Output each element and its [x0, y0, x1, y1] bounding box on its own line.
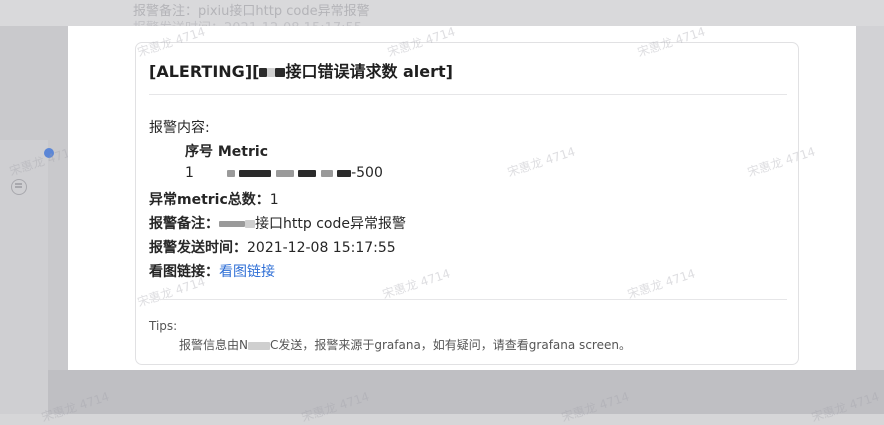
- redacted-block: [337, 169, 352, 177]
- content-label: 报警内容:: [149, 120, 210, 136]
- title-divider: [149, 94, 787, 95]
- tips-text: 报警信息由N C发送，报警来源于grafana，如有疑问，请查看grafana s…: [179, 336, 631, 353]
- metric-row-suffix: -500: [351, 165, 383, 181]
- total-value: 1: [269, 192, 279, 208]
- note-row: 报警备注： 接口http code异常报警: [149, 213, 406, 233]
- watermark: 宋惠龙 4714: [505, 144, 577, 180]
- message-panel: 宋惠龙 4714 宋惠龙 4714 宋惠龙 4714 宋惠龙 4714 宋惠龙 …: [68, 24, 856, 370]
- watermark: 宋惠龙 4714: [635, 24, 707, 60]
- total-row: 异常metric总数：1: [149, 189, 279, 209]
- tips-text-start: 报警信息由N: [179, 338, 248, 352]
- tips-text-end: C发送，报警来源于grafana，如有疑问，请查看grafana screen。: [269, 338, 631, 352]
- graph-row: 看图链接：看图链接: [149, 261, 275, 281]
- watermark: 宋惠龙 4714: [380, 266, 452, 302]
- time-value: 2021-12-08 15:17:55: [247, 240, 396, 256]
- tips-divider: [149, 299, 787, 300]
- redacted-block: [219, 221, 245, 227]
- redacted-block: [247, 341, 270, 350]
- total-label: 异常metric总数：: [149, 192, 270, 208]
- time-label: 报警发送时间：: [149, 240, 247, 256]
- alert-title: [ALERTING][ 接口错误请求数 alert]: [149, 58, 453, 82]
- unread-dot-icon: [44, 148, 54, 158]
- metric-row-index: 1: [185, 165, 194, 181]
- backdrop-bottom-area: [48, 370, 884, 414]
- redacted-block: [275, 68, 286, 77]
- alert-card: 宋惠龙 4714 宋惠龙 4714 宋惠龙 4714 宋惠龙 4714 宋惠龙 …: [135, 24, 817, 365]
- note-value: 接口http code异常报警: [255, 216, 406, 232]
- graph-label: 看图链接：: [149, 264, 219, 280]
- tips-label: Tips:: [149, 319, 178, 333]
- alert-title-prefix: [ALERTING][: [149, 62, 260, 81]
- metric-row: 1 -500: [185, 165, 383, 181]
- watermark: 宋惠龙 4714: [745, 144, 817, 180]
- watermark: 宋惠龙 4714: [385, 24, 457, 60]
- backdrop-right-area: [856, 26, 884, 370]
- menu-circle-icon[interactable]: [11, 179, 27, 195]
- time-row: 报警发送时间：2021-12-08 15:17:55: [149, 237, 396, 257]
- redacted-block: [267, 68, 276, 77]
- redacted-block: [298, 169, 317, 177]
- watermark: 宋惠龙 4714: [625, 266, 697, 302]
- graph-link[interactable]: 看图链接: [219, 264, 275, 280]
- redacted-block: [320, 169, 333, 177]
- redacted-block: [245, 220, 255, 228]
- redacted-block: [259, 68, 268, 77]
- watermark: 宋惠龙 4714: [135, 24, 207, 60]
- redacted-block: [226, 169, 235, 177]
- table-header: 序号 Metric: [185, 144, 268, 160]
- alert-title-suffix: 接口错误请求数 alert]: [285, 62, 453, 81]
- redacted-block: [275, 169, 294, 177]
- redacted-block: [239, 169, 272, 177]
- note-label: 报警备注：: [149, 216, 219, 232]
